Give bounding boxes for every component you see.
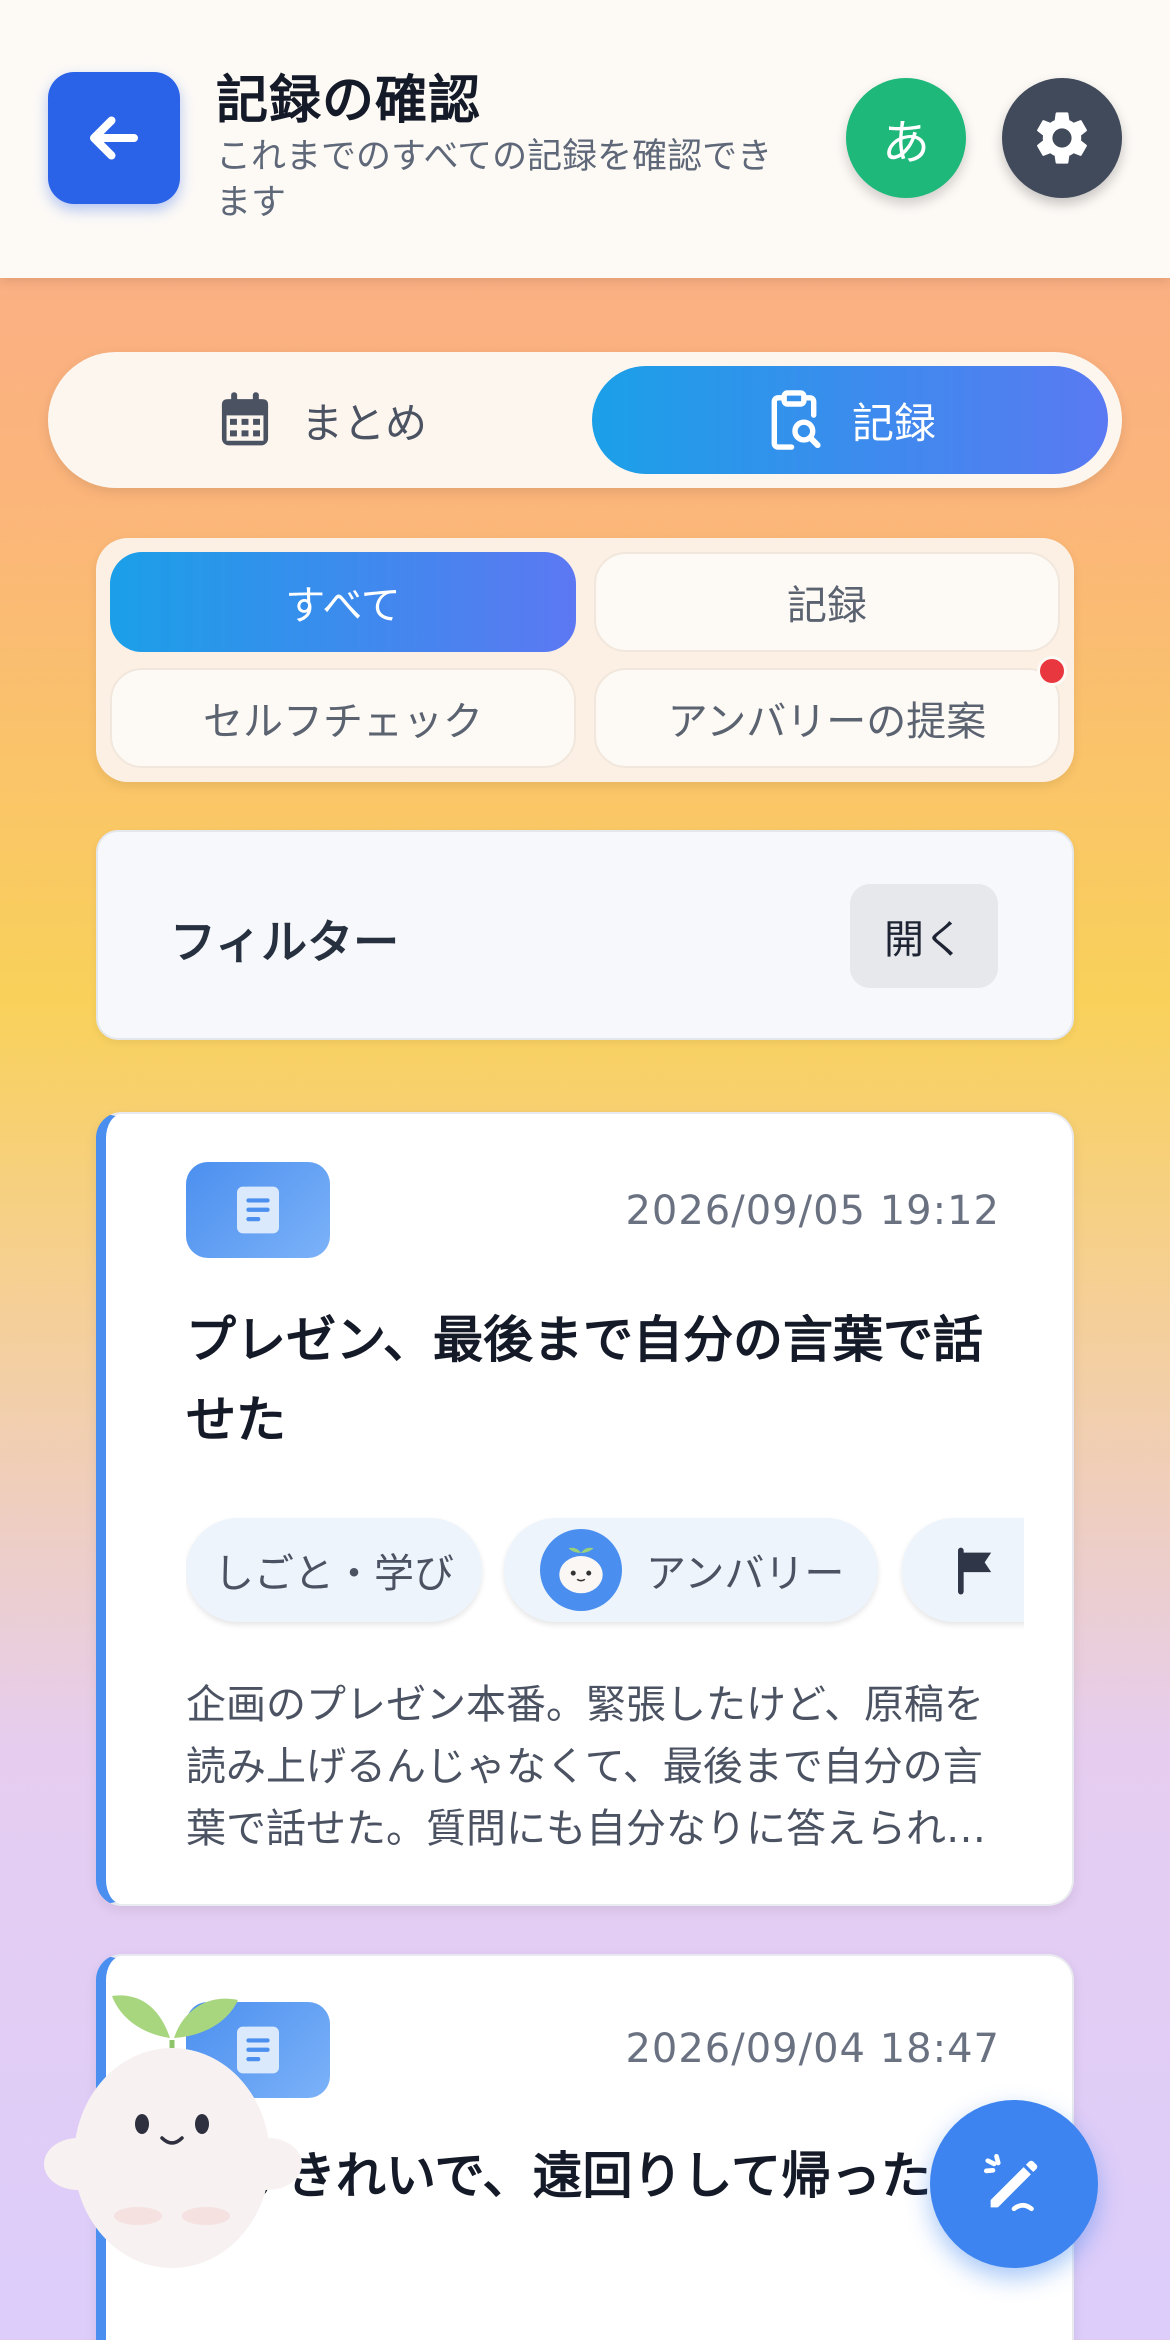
document-icon xyxy=(237,1186,279,1234)
mascot-character[interactable] xyxy=(42,1968,302,2288)
record-date: 2026/09/05 19:12 xyxy=(625,1188,1000,1234)
record-title: 空がきれいで、遠回りして帰った xyxy=(186,2147,931,2205)
mascot-avatar-icon xyxy=(540,1529,622,1611)
new-record-button[interactable] xyxy=(930,2100,1098,2268)
font-size-button[interactable]: あ xyxy=(846,78,966,198)
filter-open-button[interactable]: 開く xyxy=(850,884,998,988)
tag-ambry-label: アンバリー xyxy=(646,1551,845,1597)
font-button-label: あ xyxy=(881,115,930,171)
page-subtitle: これまでのすべての記録を確認できます xyxy=(216,137,773,223)
tab-summary-label: まとめ xyxy=(300,398,427,448)
clipboard-search-icon xyxy=(764,388,824,452)
tag-category[interactable]: しごと・学び xyxy=(186,1518,482,1622)
pencil-icon xyxy=(983,2153,1038,2212)
tab-records-label: 記録 xyxy=(851,398,936,448)
tab-records[interactable]: 記録 xyxy=(592,366,1108,474)
category-chips: すべて 記録 セルフチェック アンバリーの提案 xyxy=(96,538,1074,782)
arrow-left-icon xyxy=(90,116,138,160)
back-button[interactable] xyxy=(48,72,180,204)
tag-ambry[interactable]: アンバリー xyxy=(504,1518,878,1622)
filter-panel: フィルター 開く xyxy=(96,830,1074,1040)
chip-records[interactable]: 記録 xyxy=(594,552,1060,652)
calendar-icon xyxy=(217,390,273,450)
gear-icon xyxy=(1037,112,1087,164)
record-type-badge xyxy=(186,1162,330,1258)
tab-summary[interactable]: まとめ xyxy=(62,366,582,474)
chip-ambry-suggestions[interactable]: アンバリーの提案 xyxy=(594,668,1060,768)
tag-category-label: しごと・学び xyxy=(214,1551,454,1597)
flag-icon xyxy=(958,1547,992,1595)
settings-button[interactable] xyxy=(1002,78,1122,198)
record-title: プレゼン、最後まで自分の言葉で話せた xyxy=(186,1311,983,1449)
record-card[interactable]: 2026/09/05 19:12 プレゼン、最後まで自分の言葉で話せた しごと・… xyxy=(96,1112,1074,1906)
record-date: 2026/09/04 18:47 xyxy=(625,2026,1000,2072)
chip-all[interactable]: すべて xyxy=(110,552,576,652)
tag-goal[interactable]: デ xyxy=(902,1518,1024,1622)
chip-self-check[interactable]: セルフチェック xyxy=(110,668,576,768)
view-tabs: まとめ 記録 xyxy=(48,352,1122,488)
record-tags: しごと・学び アンバリー デ xyxy=(186,1510,1024,1634)
notification-dot xyxy=(1037,656,1067,686)
filter-label: フィルター xyxy=(170,915,400,969)
page-title: 記録の確認 xyxy=(216,71,482,131)
app-header: 記録の確認 これまでのすべての記録を確認できます あ xyxy=(0,0,1170,278)
record-body: 企画のプレゼン本番。緊張したけど、原稿を読み上げるんじゃなくて、最後まで自分の言… xyxy=(186,1682,986,1852)
